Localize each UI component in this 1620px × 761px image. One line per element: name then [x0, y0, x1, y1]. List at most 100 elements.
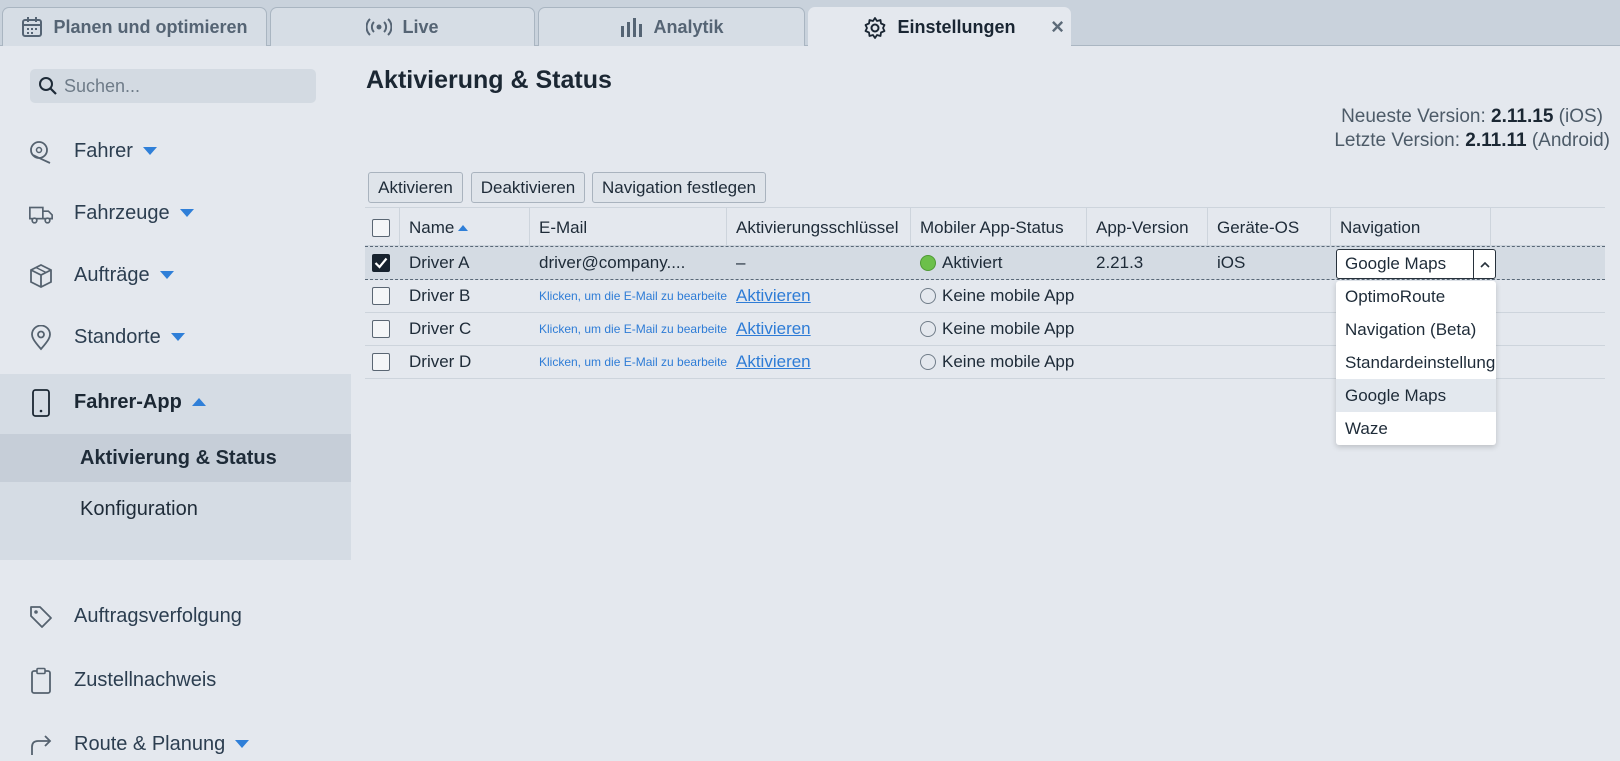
sidebar-item-fahrer[interactable]: Fahrer — [0, 127, 351, 175]
tab-einstellungen[interactable]: Einstellungen × — [808, 7, 1071, 47]
tab-label: Planen und optimieren — [53, 16, 248, 37]
tab-bar: Planen und optimieren Live Analytik Eins… — [0, 0, 1620, 47]
app-status: Aktiviert — [911, 247, 1087, 279]
truck-icon — [28, 201, 54, 227]
chevron-up-icon — [191, 398, 206, 407]
col-status[interactable]: Mobiler App-Status — [911, 208, 1087, 247]
chevron-up-icon[interactable] — [1473, 250, 1495, 278]
tab-live[interactable]: Live — [270, 7, 535, 46]
set-navigation-button[interactable]: Navigation festlegen — [592, 172, 766, 203]
route-arrow-icon — [28, 732, 54, 758]
app-status: Keine mobile App — [911, 346, 1087, 378]
sidebar-item-label: Fahrer-App — [74, 390, 182, 413]
tab-analytik[interactable]: Analytik — [538, 7, 805, 46]
col-email[interactable]: E-Mail — [530, 208, 727, 247]
tab-planen[interactable]: Planen und optimieren — [2, 7, 267, 46]
box-icon — [28, 263, 54, 289]
navigation-select[interactable]: Google Maps — [1336, 249, 1496, 279]
tab-label: Analytik — [653, 16, 724, 37]
search-input[interactable]: Suchen... — [30, 69, 316, 103]
col-navigation[interactable]: Navigation — [1331, 208, 1491, 247]
edit-email-link[interactable]: Klicken, um die E-Mail zu bearbeiten — [539, 322, 727, 336]
dropdown-option[interactable]: Google Maps — [1336, 379, 1496, 413]
sidebar-item-fahrzeuge[interactable]: Fahrzeuge — [0, 189, 351, 237]
latest-version-info: Neueste Version: 2.11.15 (iOS) — [1341, 106, 1603, 128]
tab-label: Live — [402, 16, 439, 37]
calendar-icon — [22, 17, 43, 37]
sidebar-item-standorte[interactable]: Standorte — [0, 313, 351, 361]
sidebar-item-label: Zustellnachweis — [74, 668, 217, 691]
close-icon[interactable]: × — [1051, 16, 1064, 38]
sidebar-subitem-konfiguration[interactable]: Konfiguration — [0, 485, 351, 533]
dropdown-option[interactable]: OptimoRoute — [1336, 281, 1496, 314]
page-title: Aktivierung & Status — [366, 66, 612, 94]
sidebar: Suchen... Fahrer Fahrzeuge Aufträge Stan… — [0, 46, 351, 761]
driver-icon — [28, 139, 54, 165]
search-placeholder: Suchen... — [64, 75, 141, 96]
last-version-number: 2.11.11 — [1465, 130, 1527, 151]
activate-link[interactable]: Aktivieren — [736, 286, 811, 306]
chevron-down-icon — [159, 271, 174, 280]
dropdown-option[interactable]: Standardeinstellung — [1336, 347, 1496, 380]
sidebar-subitem-aktivierung[interactable]: Aktivierung & Status — [0, 434, 351, 482]
edit-email-link[interactable]: Klicken, um die E-Mail zu bearbeiten — [539, 355, 727, 369]
col-key[interactable]: Aktivierungsschlüssel — [727, 208, 911, 247]
driver-email[interactable]: driver@company.... — [530, 247, 727, 279]
sidebar-item-fahrer-app[interactable]: Fahrer-App — [0, 378, 351, 426]
sidebar-item-label: Route & Planung — [74, 732, 226, 755]
deactivate-button[interactable]: Deaktivieren — [471, 172, 585, 203]
sidebar-item-zustellnachweis[interactable]: Zustellnachweis — [0, 656, 351, 704]
phone-icon — [28, 389, 54, 417]
sidebar-item-label: Aufträge — [74, 263, 150, 286]
bar-chart-icon — [621, 18, 643, 37]
status-label: Aktiviert — [942, 253, 1003, 272]
sidebar-item-auftraege[interactable]: Aufträge — [0, 251, 351, 299]
column-header: Navigation — [1340, 217, 1421, 237]
sidebar-item-label: Standorte — [74, 325, 161, 348]
row-checkbox[interactable] — [372, 254, 390, 272]
status-label: Keine mobile App — [942, 286, 1075, 305]
sidebar-item-route-planung[interactable]: Route & Planung — [0, 720, 351, 761]
row-checkbox[interactable] — [372, 287, 390, 305]
status-empty-icon — [920, 288, 936, 304]
edit-email-link[interactable]: Klicken, um die E-Mail zu bearbeiten — [539, 289, 727, 303]
col-app-version[interactable]: App-Version — [1087, 208, 1208, 247]
chevron-down-icon — [142, 147, 157, 156]
table-header: Name E-Mail Aktivierungsschlüssel Mobile… — [365, 207, 1605, 247]
row-checkbox[interactable] — [372, 353, 390, 371]
col-os[interactable]: Geräte-OS — [1208, 208, 1331, 247]
sidebar-item-label: Fahrer — [74, 139, 133, 162]
latest-version-number: 2.11.15 — [1491, 106, 1554, 127]
column-header: Name — [409, 217, 455, 237]
status-label: Keine mobile App — [942, 319, 1075, 338]
column-header: Mobiler App-Status — [920, 217, 1064, 237]
status-empty-icon — [920, 354, 936, 370]
last-version-platform: (Android) — [1526, 130, 1610, 151]
driver-name: Driver B — [409, 286, 471, 305]
dropdown-option[interactable]: Navigation (Beta) — [1336, 314, 1496, 347]
last-version-info: Letzte Version: 2.11.11 (Android) — [1334, 130, 1610, 152]
col-name[interactable]: Name — [400, 208, 530, 247]
sidebar-item-auftragsverfolgung[interactable]: Auftragsverfolgung — [0, 592, 351, 640]
status-active-icon — [920, 255, 936, 271]
select-all-checkbox[interactable] — [372, 218, 390, 237]
chevron-down-icon — [170, 333, 185, 342]
driver-name: Driver C — [409, 319, 472, 338]
gear-icon — [865, 16, 886, 39]
app-version: 2.21.3 — [1096, 253, 1144, 272]
activate-link[interactable]: Aktivieren — [736, 319, 811, 339]
driver-name: Driver A — [409, 253, 470, 272]
device-os: iOS — [1217, 253, 1246, 272]
dropdown-option[interactable]: Waze — [1336, 412, 1496, 445]
column-header: E-Mail — [539, 217, 588, 237]
latest-version-platform: (iOS) — [1553, 106, 1603, 127]
clipboard-icon — [28, 667, 54, 694]
activate-button[interactable]: Aktivieren — [368, 172, 463, 203]
search-icon — [39, 77, 57, 95]
activate-link[interactable]: Aktivieren — [736, 352, 811, 372]
row-checkbox[interactable] — [372, 320, 390, 338]
checkmark-icon — [374, 257, 388, 269]
status-empty-icon — [920, 321, 936, 337]
app-status: Keine mobile App — [911, 280, 1087, 312]
column-header: Aktivierungsschlüssel — [736, 217, 899, 237]
